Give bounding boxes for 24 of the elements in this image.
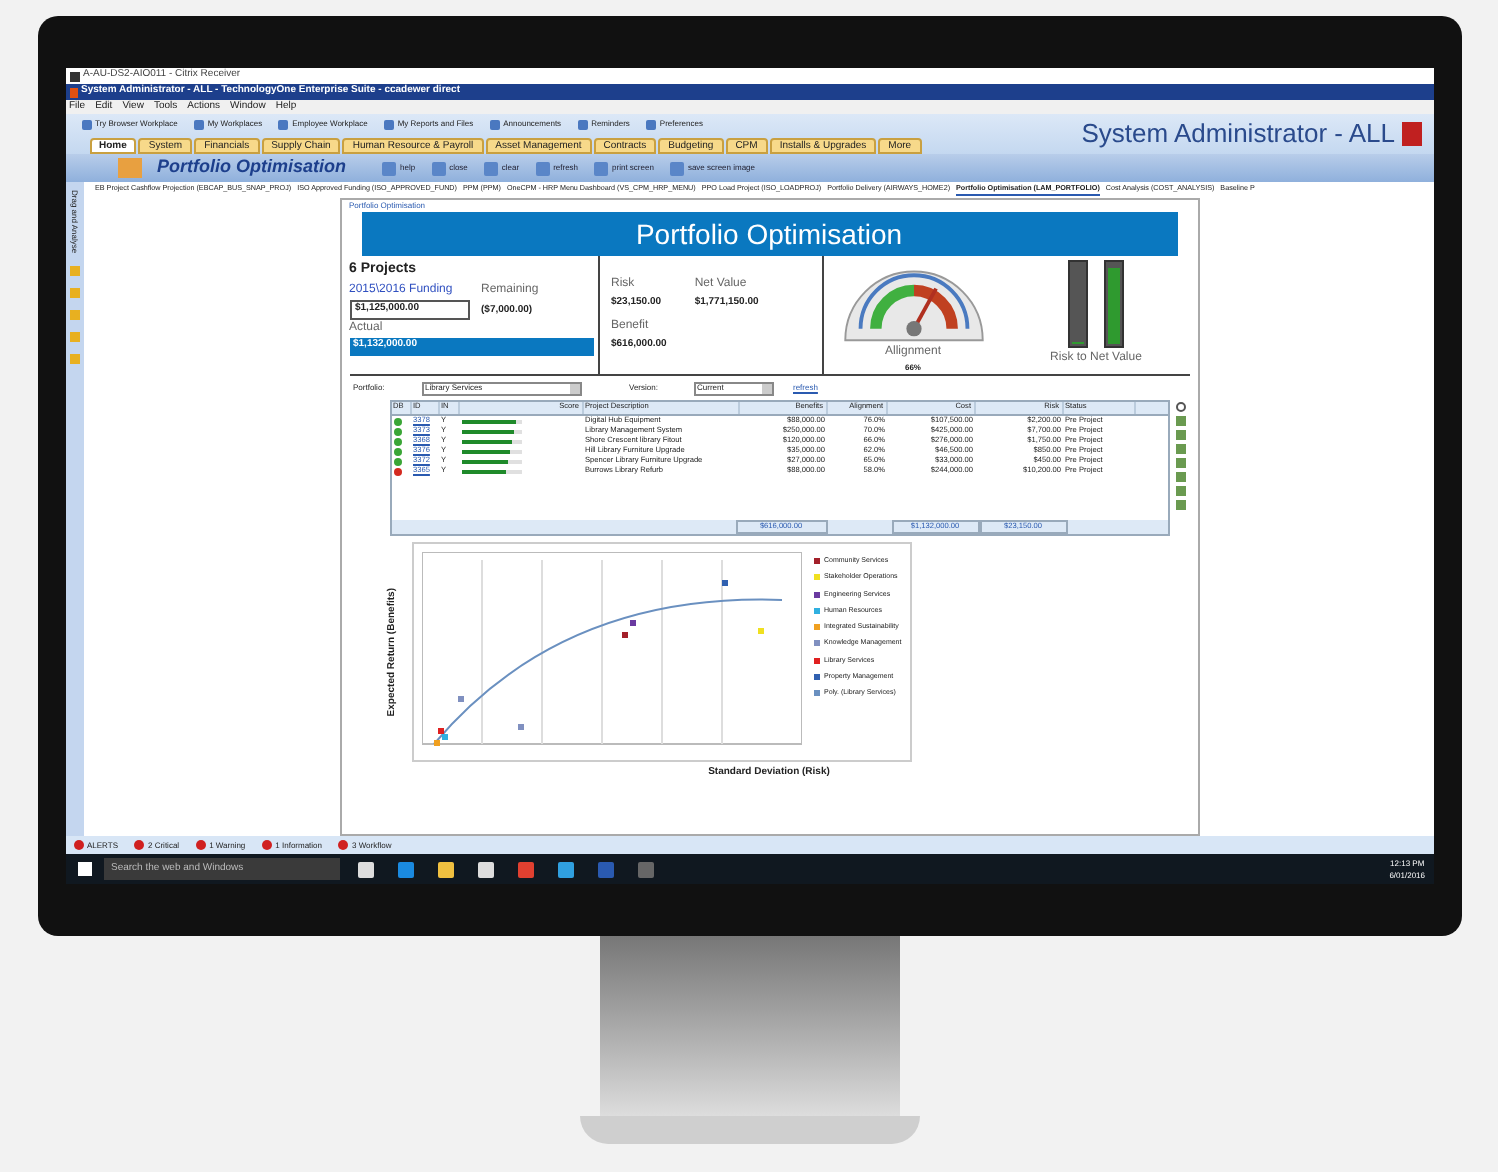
taskbar-app-icon[interactable] <box>357 861 373 877</box>
workplace-icon <box>489 119 500 129</box>
alert-icon <box>73 840 83 850</box>
meter-bar <box>1104 260 1124 348</box>
caret-icon <box>569 383 579 393</box>
banner-title: Portfolio Optimisation <box>635 215 903 254</box>
alert-icon <box>338 840 349 850</box>
alert-icon <box>134 840 144 850</box>
caret-icon <box>761 383 771 393</box>
alert-icon <box>195 840 206 850</box>
workplace-icon <box>193 119 204 129</box>
workplace-icon <box>81 119 91 129</box>
user-name: System Administrator - ALL <box>1081 116 1395 153</box>
taskbar-app-icon[interactable] <box>477 861 493 877</box>
workplace-icon <box>278 119 289 129</box>
workplace-icon <box>383 119 394 129</box>
taskbar-app-icon[interactable] <box>557 861 573 877</box>
meter-bar <box>1068 260 1088 348</box>
workplace-icon <box>645 119 656 129</box>
page-title: Portfolio Optimisation <box>157 154 346 181</box>
taskbar-app-icon[interactable] <box>437 861 453 877</box>
search-icon <box>1175 402 1185 412</box>
alert-icon <box>261 840 272 850</box>
workplace-icon <box>577 119 588 129</box>
